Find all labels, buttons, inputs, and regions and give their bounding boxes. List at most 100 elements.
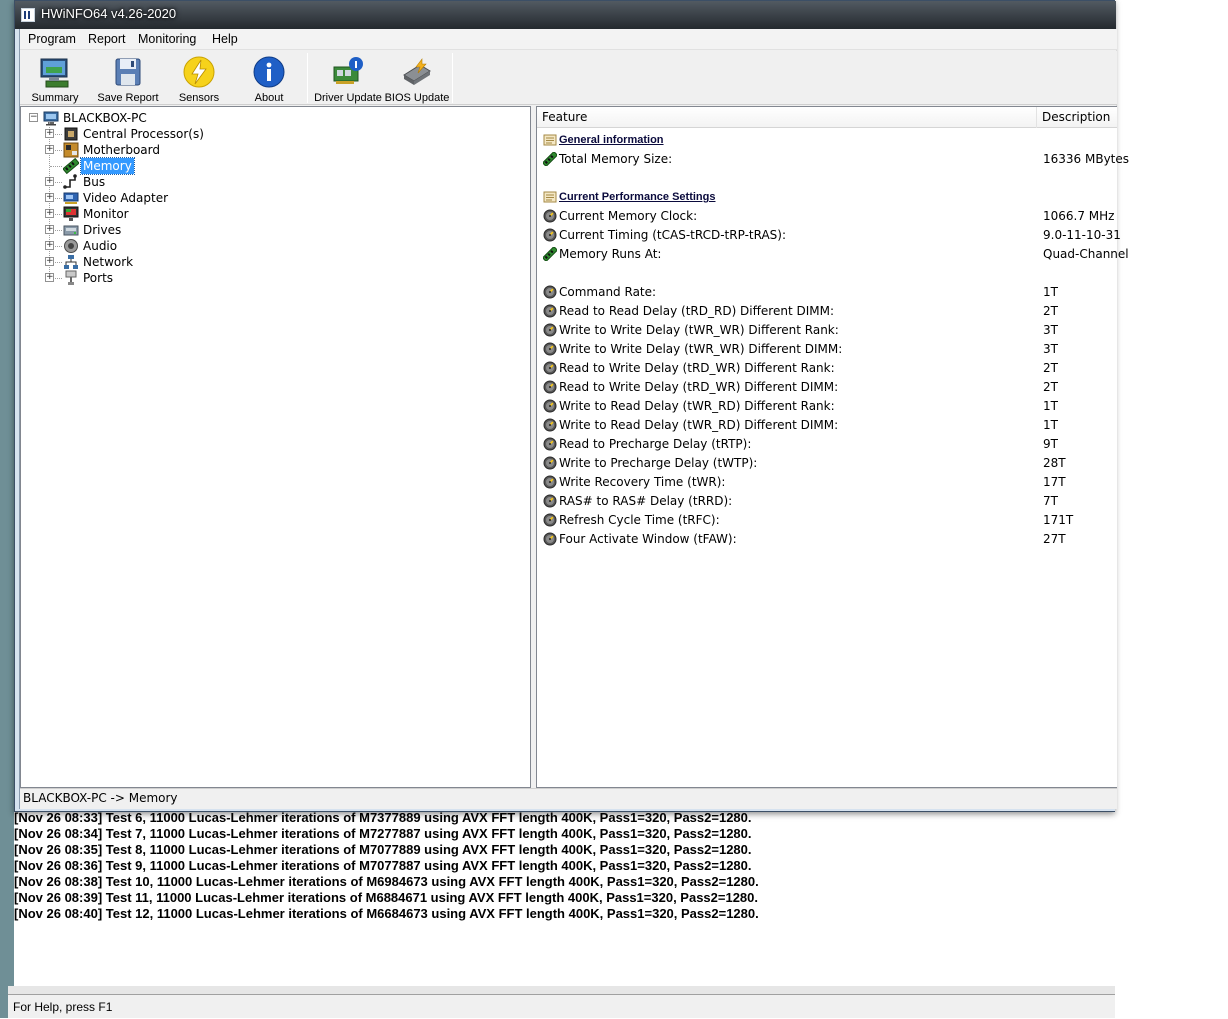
device-tree[interactable]: − BLACKBOX-PC + Central Processor(s) + Mother… (20, 106, 531, 788)
computer-icon (43, 110, 59, 126)
feature-value: 1T (1043, 399, 1058, 413)
detail-row[interactable]: Command Rate: 1T (537, 283, 1117, 302)
console-line: [Nov 26 08:33] Test 6, 11000 Lucas-Lehme… (14, 810, 752, 825)
sensors-button[interactable]: Sensors (166, 51, 232, 105)
monitor-icon (63, 206, 79, 222)
tree-item-label: Bus (83, 175, 106, 189)
horizontal-scrollbar[interactable] (8, 986, 1115, 994)
detail-row[interactable]: Refresh Cycle Time (tRFC): 171T (537, 511, 1117, 530)
collapse-toggle[interactable]: − (29, 113, 38, 122)
app-icon[interactable] (21, 8, 35, 22)
gauge-icon (543, 437, 557, 451)
detail-row[interactable]: Write to Read Delay (tWR_RD) Different D… (537, 416, 1117, 435)
status-bar: BLACKBOX-PC -> Memory (20, 788, 1117, 809)
tree-item-ports[interactable]: + Ports (21, 270, 321, 286)
tree-item-audio[interactable]: + Audio (21, 238, 321, 254)
about-icon (253, 56, 285, 88)
title-bar[interactable]: HWiNFO64 v4.26-2020 (15, 1, 1116, 29)
feature-label: Current Memory Clock: (559, 209, 698, 223)
ports-icon (63, 270, 79, 286)
about-button[interactable]: About (236, 51, 302, 105)
driver-update-icon (333, 57, 363, 84)
expand-toggle[interactable]: + (45, 257, 54, 266)
gauge-icon (543, 399, 557, 413)
detail-row[interactable]: Write to Write Delay (tWR_WR) Different … (537, 321, 1117, 340)
tree-item-motherboard[interactable]: + Motherboard (21, 142, 321, 158)
detail-row[interactable]: Read to Write Delay (tRD_WR) Different R… (537, 359, 1117, 378)
column-header-feature[interactable]: Feature (537, 107, 587, 128)
feature-label: Four Activate Window (tFAW): (559, 532, 737, 546)
network-icon (63, 254, 79, 270)
expand-toggle[interactable]: + (45, 193, 54, 202)
console-line: [Nov 26 08:39] Test 11, 11000 Lucas-Lehm… (14, 890, 759, 905)
info-section-icon (543, 190, 557, 204)
detail-row[interactable]: Total Memory Size: 16336 MBytes (537, 150, 1129, 169)
detail-row[interactable]: Read to Read Delay (tRD_RD) Different DI… (537, 302, 1117, 321)
save-report-button[interactable]: Save Report (92, 51, 164, 105)
tree-item-drives[interactable]: + Drives (21, 222, 321, 238)
detail-row[interactable]: RAS# to RAS# Delay (tRRD): 7T (537, 492, 1117, 511)
tree-item-central-processor-s[interactable]: + Central Processor(s) (21, 126, 321, 142)
bios-update-button[interactable]: BIOS Update (384, 51, 450, 105)
memory-icon (62, 157, 80, 175)
tree-item-label: Memory (80, 157, 135, 175)
tree-item-label: Network (83, 255, 134, 269)
detail-row[interactable]: Four Activate Window (tFAW): 27T (537, 530, 1117, 549)
menu-bar: Program Report Monitoring Help (20, 29, 1117, 50)
tree-item-bus[interactable]: + Bus (21, 174, 321, 190)
detail-row[interactable]: Read to Precharge Delay (tRTP): 9T (537, 435, 1117, 454)
feature-value: 1T (1043, 285, 1058, 299)
expand-toggle[interactable]: + (45, 225, 54, 234)
tree-root-label: BLACKBOX-PC (63, 111, 147, 125)
expand-toggle[interactable]: + (45, 273, 54, 282)
menu-monitoring[interactable]: Monitoring (138, 29, 196, 50)
drives-icon (63, 222, 79, 238)
detail-row[interactable]: Read to Write Delay (tRD_WR) Different D… (537, 378, 1117, 397)
detail-row[interactable]: Current Memory Clock: 1066.7 MHz (537, 207, 1117, 226)
expand-toggle[interactable]: + (45, 241, 54, 250)
feature-label: Write to Read Delay (tWR_RD) Different R… (559, 399, 835, 413)
section-header[interactable]: General information (537, 131, 1117, 150)
feature-label: Write Recovery Time (tWR): (559, 475, 726, 489)
feature-label: Memory Runs At: (559, 247, 662, 261)
expand-toggle[interactable]: + (45, 209, 54, 218)
tree-item-monitor[interactable]: + Monitor (21, 206, 321, 222)
desktop-edge (0, 0, 14, 1018)
feature-value: 7T (1043, 494, 1058, 508)
tree-root-computer[interactable]: − BLACKBOX-PC (21, 110, 321, 126)
detail-row[interactable]: Write Recovery Time (tWR): 17T (537, 473, 1117, 492)
feature-value: 27T (1043, 532, 1066, 546)
tree-guide-line (50, 166, 62, 167)
gauge-icon (543, 418, 557, 432)
feature-label: Write to Read Delay (tWR_RD) Different D… (559, 418, 839, 432)
save-report-icon (115, 58, 141, 86)
section-title: General information (559, 134, 664, 146)
details-list[interactable]: Feature Description General information T… (536, 106, 1129, 788)
feature-label: Write to Write Delay (tWR_WR) Different … (559, 342, 843, 356)
driver-update-button[interactable]: Driver Update (312, 51, 384, 105)
detail-row[interactable]: Write to Precharge Delay (tWTP): 28T (537, 454, 1117, 473)
detail-row[interactable]: Current Timing (tCAS-tRCD-tRP-tRAS): 9.0-… (537, 226, 1121, 245)
summary-icon (40, 58, 69, 88)
client-area: Program Report Monitoring Help Summary S… (19, 29, 1129, 809)
column-header-description[interactable]: Description (1037, 107, 1110, 128)
memory-stick-icon (541, 150, 559, 168)
detail-row[interactable]: Memory Runs At: Quad-Channel (537, 245, 1129, 264)
summary-button[interactable]: Summary (22, 51, 88, 105)
tree-item-memory[interactable]: Memory (21, 157, 321, 175)
tree-item-video-adapter[interactable]: + Video Adapter (21, 190, 321, 206)
memory-stick-icon (541, 245, 559, 263)
menu-report[interactable]: Report (88, 29, 126, 50)
expand-toggle[interactable]: + (45, 145, 54, 154)
feature-label: Refresh Cycle Time (tRFC): (559, 513, 720, 527)
detail-row[interactable]: Write to Read Delay (tWR_RD) Different R… (537, 397, 1117, 416)
tree-item-network[interactable]: + Network (21, 254, 321, 270)
detail-row[interactable]: Write to Write Delay (tWR_WR) Different … (537, 340, 1117, 359)
expand-toggle[interactable]: + (45, 129, 54, 138)
menu-program[interactable]: Program (28, 29, 76, 50)
menu-help[interactable]: Help (212, 29, 238, 50)
expand-toggle[interactable]: + (45, 177, 54, 186)
console-line: [Nov 26 08:36] Test 9, 11000 Lucas-Lehme… (14, 858, 752, 873)
section-header[interactable]: Current Performance Settings (537, 188, 1117, 207)
feature-value: 2T (1043, 361, 1058, 375)
